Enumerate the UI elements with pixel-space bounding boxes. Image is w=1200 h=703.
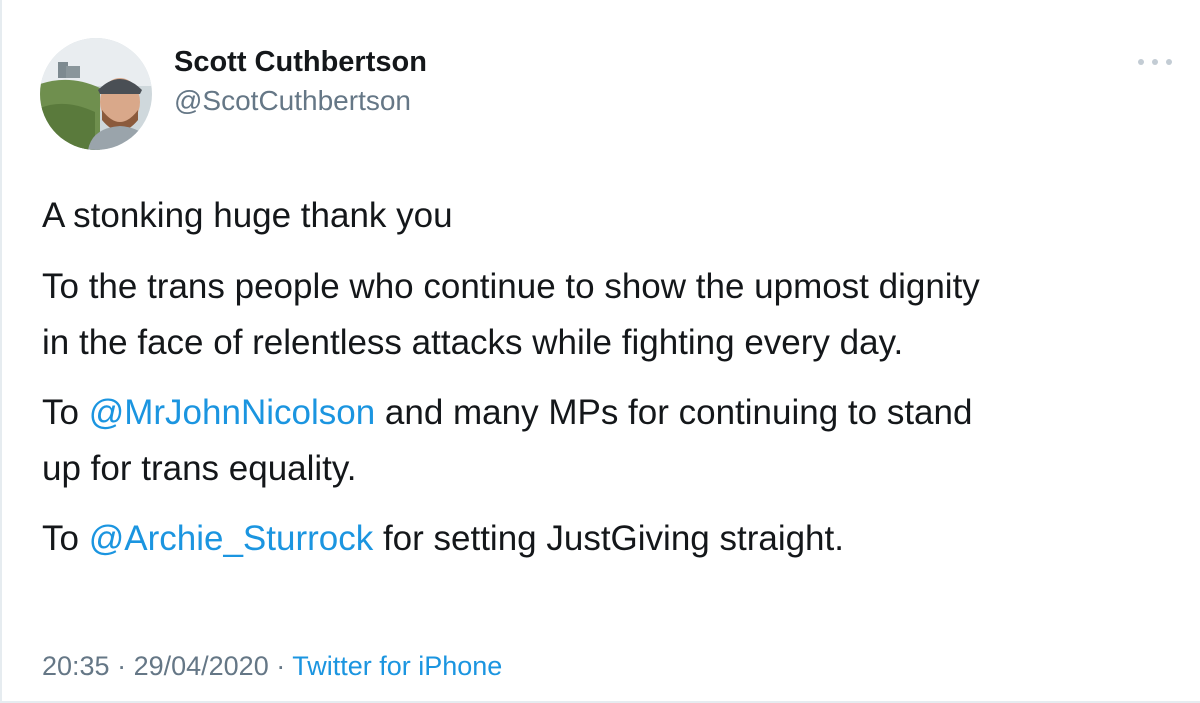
meta-separator: · [109,651,134,681]
dot [1138,59,1144,65]
tweet-card: Scott Cuthbertson @ScotCuthbertson A sto… [0,0,1200,703]
mention-link-archie-sturrock[interactable]: @Archie_Sturrock [89,519,374,558]
author-handle[interactable]: @ScotCuthbertson [174,84,411,118]
tweet-date[interactable]: 29/04/2020 [134,651,269,681]
avatar[interactable] [40,38,152,150]
tweet-text-segment: To [42,519,89,558]
tweet-line: in the face of relentless attacks while … [42,323,904,362]
tweet-text-segment: for setting JustGiving straight. [373,519,844,558]
tweet-source-link[interactable]: Twitter for iPhone [292,651,502,681]
tweet-text-segment: To [42,393,89,432]
mention-link-mrjohnnicolson[interactable]: @MrJohnNicolson [89,393,375,432]
tweet-text-segment: and many MPs for continuing to stand [375,393,973,432]
profile-photo [40,38,152,150]
dot [1166,59,1172,65]
dot [1152,59,1158,65]
tweet-paragraph: To @MrJohnNicolson and many MPs for cont… [42,385,1172,497]
tweet-line: up for trans equality. [42,449,357,488]
tweet-paragraph: To the trans people who continue to show… [42,259,1172,371]
author-name[interactable]: Scott Cuthbertson [174,44,427,80]
tweet-time[interactable]: 20:35 [42,651,110,681]
tweet-meta: 20:35 · 29/04/2020 · Twitter for iPhone [42,648,502,684]
tweet-text: A stonking huge thank you To the trans p… [42,188,1172,567]
card-left-border [0,0,2,703]
tweet-paragraph: A stonking huge thank you [42,196,453,235]
more-dots-icon[interactable] [1138,50,1172,74]
meta-separator: · [268,651,293,681]
tweet-paragraph: To @Archie_Sturrock for setting JustGivi… [42,511,1172,567]
tweet-line: To the trans people who continue to show… [42,267,980,306]
